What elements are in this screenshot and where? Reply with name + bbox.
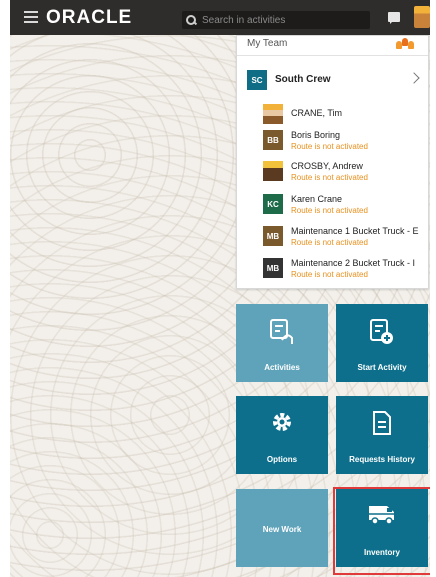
member-status: Route is not activated: [291, 206, 368, 215]
member-avatar: BB: [263, 130, 283, 150]
search-input[interactable]: [202, 14, 362, 26]
member-name: Maintenance 2 Bucket Truck - I: [291, 258, 416, 268]
member-name: Maintenance 1 Bucket Truck - E: [291, 226, 419, 236]
crew-name: South Crew: [275, 74, 331, 85]
member-status: Route is not activated: [291, 238, 368, 247]
team-icon: [396, 38, 414, 50]
start-activity-icon: [370, 319, 393, 344]
options-tile[interactable]: Options: [236, 396, 328, 474]
my-team-card: My Team SC South Crew CRANE, Tim BB Bori…: [236, 35, 429, 289]
user-avatar[interactable]: [414, 6, 430, 28]
member-name: CROSBY, Andrew: [291, 161, 363, 171]
menu-icon[interactable]: [24, 11, 38, 23]
member-status: Route is not activated: [291, 173, 368, 182]
activities-label: Activities: [264, 363, 300, 372]
search-icon: [186, 15, 196, 25]
member-name: Boris Boring: [291, 130, 341, 140]
member-name: CRANE, Tim: [291, 108, 343, 118]
member-avatar: MB: [263, 258, 283, 278]
member-avatar: KC: [263, 194, 283, 214]
options-label: Options: [266, 455, 298, 464]
requests-history-label: Requests History: [349, 455, 415, 464]
team-member[interactable]: CRANE, Tim: [263, 104, 428, 130]
member-photo: [263, 104, 283, 124]
start-activity-label: Start Activity: [357, 363, 407, 372]
team-member[interactable]: KC Karen Crane Route is not activated: [263, 194, 428, 220]
member-name: Karen Crane: [291, 194, 343, 204]
document-icon: [373, 411, 391, 435]
team-title: My Team: [247, 38, 288, 49]
team-member[interactable]: CROSBY, Andrew Route is not activated: [263, 161, 428, 187]
gear-icon: [273, 413, 291, 431]
chat-icon[interactable]: [388, 12, 400, 24]
crew-badge: SC: [247, 70, 267, 90]
requests-history-tile[interactable]: Requests History: [336, 396, 428, 474]
start-activity-tile[interactable]: Start Activity: [336, 304, 428, 382]
member-photo: [263, 161, 283, 181]
member-status: Route is not activated: [291, 270, 368, 279]
member-avatar: MB: [263, 226, 283, 246]
member-status: Route is not activated: [291, 142, 368, 151]
team-member[interactable]: MB Maintenance 2 Bucket Truck - I Route …: [263, 258, 428, 284]
activities-tile[interactable]: Activities: [236, 304, 328, 382]
brand-logo: ORACLE: [46, 7, 133, 28]
left-border: [0, 0, 10, 577]
crew-row[interactable]: SC South Crew: [247, 70, 422, 90]
team-member[interactable]: BB Boris Boring Route is not activated: [263, 130, 428, 156]
chevron-right-icon[interactable]: [408, 72, 420, 84]
new-work-label: New Work: [262, 525, 302, 534]
top-bar: ORACLE: [10, 0, 430, 35]
team-member[interactable]: MB Maintenance 1 Bucket Truck - E Route …: [263, 226, 428, 252]
activities-icon: [270, 319, 293, 344]
divider: [237, 55, 428, 56]
search-box[interactable]: [182, 11, 370, 29]
right-border: [430, 0, 436, 577]
selection-highlight: [333, 487, 433, 575]
new-work-tile[interactable]: New Work: [236, 489, 328, 567]
